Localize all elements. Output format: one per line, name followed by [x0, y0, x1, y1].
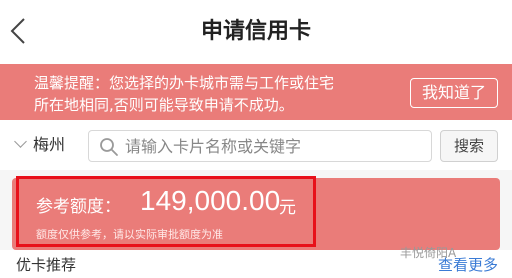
page-title: 申请信用卡 — [200, 19, 311, 44]
search-field[interactable] — [88, 130, 432, 162]
top-nav-bar: 申请信用卡 — [0, 0, 512, 65]
city-selector[interactable]: 梅州 — [14, 120, 66, 170]
notice-text-line-2: 所在地相同,否则可能导致申请不成功。 — [34, 96, 294, 114]
highlight-annotation-box — [16, 176, 316, 247]
city-label: 梅州 — [33, 135, 66, 154]
search-button[interactable]: 搜索 — [440, 130, 498, 162]
search-input[interactable] — [125, 131, 425, 161]
dismiss-notice-button[interactable]: 我知道了 — [410, 78, 498, 108]
search-bar: 梅州 搜索 — [0, 120, 512, 170]
notice-banner: 温馨提醒：您选择的办卡城市需与工作或住宅 所在地相同,否则可能导致申请不成功。 … — [0, 64, 512, 120]
search-icon — [100, 138, 118, 156]
recommend-title: 优卡推荐 — [16, 256, 77, 274]
watermark-text: 丰悦倚阳A — [400, 246, 457, 260]
chevron-down-icon — [14, 135, 27, 148]
notice-text-line-1: 温馨提醒：您选择的办卡城市需与工作或住宅 — [34, 74, 335, 92]
